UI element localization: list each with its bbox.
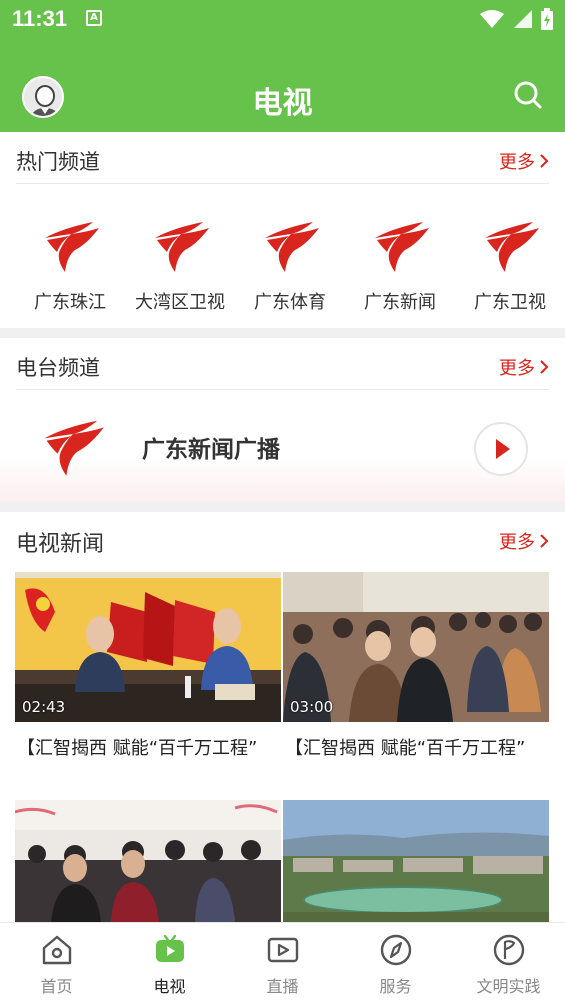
compass-icon	[380, 934, 412, 966]
video-title: 【汇智揭西 赋能“百千万工程”	[17, 738, 258, 759]
hot-channels-header: 热门频道 更多	[16, 132, 549, 184]
channel-item[interactable]: 广东体育	[235, 198, 345, 318]
tv-news-header: 电视新闻 更多	[16, 512, 549, 564]
radio-station-name: 广东新闻广播	[142, 437, 280, 463]
channel-name: 广东新闻	[364, 292, 436, 313]
tv-news-title: 电视新闻	[16, 532, 105, 557]
hot-channel-list: 广东珠江 大湾区卫视 广东体育 广东新闻 广东卫视	[0, 198, 565, 318]
chevron-right-icon	[540, 154, 549, 168]
video-duration: 02:43	[22, 698, 66, 716]
tab-label: 电视	[153, 977, 186, 996]
app: 11:31 A 电视 热门频道 更多 广东珠江 大湾区卫视 广东体育 广东新闻 …	[0, 0, 565, 1004]
chevron-right-icon	[540, 534, 549, 548]
channel-item[interactable]: 广东新闻	[345, 198, 455, 318]
channel-item[interactable]: 广东珠江	[15, 198, 125, 318]
video-thumbnail	[15, 800, 281, 922]
channel-name: 广东卫视	[474, 292, 546, 313]
tab-services[interactable]: 服务	[339, 923, 452, 1004]
tv-news-more-link[interactable]: 更多	[499, 528, 549, 554]
live-video-icon	[267, 937, 299, 963]
channel-name: 大湾区卫视	[135, 292, 225, 313]
status-bar: 11:31 A	[0, 0, 565, 38]
gdtv-logo-icon	[41, 214, 101, 274]
gdtv-logo-icon	[371, 214, 431, 274]
tab-home[interactable]: 首页	[0, 923, 113, 1004]
more-label: 更多	[499, 152, 535, 173]
channel-item[interactable]: 大湾区卫视	[125, 198, 235, 318]
radio-channels-more-link[interactable]: 更多	[499, 354, 549, 380]
gdtv-logo-icon	[481, 214, 541, 274]
header: 电视	[0, 56, 565, 132]
video-thumbnail: 02:43	[15, 572, 281, 722]
tab-tv[interactable]: 电视	[113, 923, 226, 1004]
video-card[interactable]	[15, 800, 281, 922]
channel-name: 广东珠江	[34, 292, 106, 313]
search-icon[interactable]	[513, 80, 543, 110]
meeting-crowd-image	[15, 800, 281, 922]
more-label: 更多	[499, 532, 535, 553]
tab-label: 文明实践	[476, 977, 541, 996]
section-divider	[0, 328, 565, 338]
chevron-right-icon	[540, 360, 549, 374]
channel-name: 广东体育	[254, 292, 326, 313]
radio-channels-title: 电台频道	[16, 356, 100, 380]
page-title: 电视	[252, 86, 313, 121]
radio-channels-header: 电台频道 更多	[16, 338, 549, 390]
video-thumbnail	[283, 800, 549, 922]
notification-icon: A	[86, 10, 102, 26]
tab-label: 首页	[40, 977, 73, 996]
video-card[interactable]	[283, 800, 549, 922]
tab-label: 服务	[379, 977, 412, 996]
bottom-tab-bar: 首页 电视 直播 服务 文明实践	[0, 922, 565, 1004]
video-thumbnail: 03:00	[283, 572, 549, 722]
aerial-village-image	[283, 800, 549, 922]
gdtv-logo-icon	[40, 412, 106, 478]
play-icon	[496, 439, 510, 459]
tab-label: 直播	[266, 977, 299, 996]
video-title: 【汇智揭西 赋能“百千万工程”	[285, 738, 526, 759]
radio-station-card[interactable]: 广东新闻广播	[0, 390, 565, 502]
tab-civilization-practice[interactable]: 文明实践	[452, 923, 565, 1004]
tv-icon	[156, 934, 184, 962]
video-duration: 03:00	[290, 698, 334, 716]
play-button[interactable]	[474, 422, 528, 476]
home-icon	[42, 935, 72, 965]
video-card[interactable]: 02:43 【汇智揭西 赋能“百千万工程”	[15, 572, 281, 772]
top-bar: 11:31 A 电视	[0, 0, 565, 132]
flag-badge-icon	[493, 934, 525, 966]
wifi-icon	[480, 10, 504, 28]
battery-icon	[541, 8, 553, 30]
channel-item[interactable]: 广东卫视	[455, 198, 565, 318]
more-label: 更多	[499, 358, 535, 379]
tab-live[interactable]: 直播	[226, 923, 339, 1004]
gdtv-logo-icon	[151, 214, 211, 274]
signal-icon	[514, 10, 532, 28]
status-time: 11:31	[12, 6, 68, 31]
hot-channels-more-link[interactable]: 更多	[499, 148, 549, 174]
gdtv-logo-icon	[261, 214, 321, 274]
section-divider	[0, 502, 565, 512]
hot-channels-title: 热门频道	[16, 150, 100, 174]
video-card[interactable]: 03:00 【汇智揭西 赋能“百千万工程”	[283, 572, 549, 772]
status-icons	[479, 8, 553, 30]
